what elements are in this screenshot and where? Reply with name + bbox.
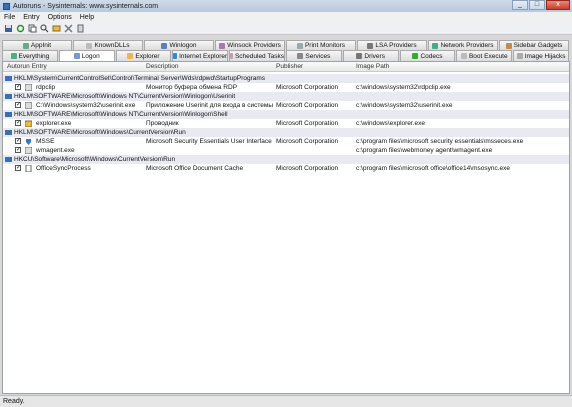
column-headers: Autorun Entry Description Publisher Imag… [3,62,569,72]
document-icon [25,165,32,172]
tab-services[interactable]: Services [285,50,342,61]
delete-icon[interactable] [63,23,73,33]
maximize-button[interactable]: □ [529,0,545,10]
tab-network-providers[interactable]: Network Providers [428,40,498,50]
entry-checkbox[interactable]: ✓ [15,147,21,153]
status-text: Ready. [3,398,25,405]
table-row[interactable]: ✓ rdpclip Монитор буфера обмена RDP Micr… [3,83,569,92]
menu-entry[interactable]: Entry [19,14,43,21]
tabs-row-2: Everything Logon Explorer Internet Explo… [2,50,570,61]
close-button[interactable]: x [546,0,570,10]
app-file-icon [25,84,32,91]
registry-key-row[interactable]: HKLM\SOFTWARE\Microsoft\Windows\CurrentV… [3,128,569,137]
registry-key-row[interactable]: HKLM\System\CurrentControlSet\Control\Te… [3,74,569,83]
toolbar [0,22,572,35]
properties-icon[interactable] [75,23,85,33]
shield-icon [26,139,31,145]
app-file-icon [25,102,32,109]
entry-checkbox[interactable]: ✓ [15,165,21,171]
tab-winlogon[interactable]: Winlogon [144,40,214,50]
registry-icon [5,157,12,162]
entry-checkbox[interactable]: ✓ [15,84,21,90]
tab-boot-execute[interactable]: Boot Execute [456,50,513,61]
tab-logon[interactable]: Logon [58,50,115,61]
save-icon[interactable] [3,23,13,33]
find-icon[interactable] [39,23,49,33]
menu-options[interactable]: Options [44,14,76,21]
tab-explorer[interactable]: Explorer [115,50,172,61]
tab-everything[interactable]: Everything [2,50,58,61]
column-publisher[interactable]: Publisher [276,63,303,70]
table-row[interactable]: ✓ MSSE Microsoft Security Essentials Use… [3,137,569,146]
entry-checkbox[interactable]: ✓ [15,120,21,126]
column-description[interactable]: Description [146,63,179,70]
column-autorun-entry[interactable]: Autorun Entry [7,63,47,70]
folder-icon [25,120,32,127]
tab-internet-explorer[interactable]: Internet Explorer [172,50,229,61]
app-icon [3,2,10,10]
refresh-icon[interactable] [15,23,25,33]
registry-icon [5,94,12,99]
app-file-icon [25,147,32,154]
status-bar: Ready. [0,395,572,407]
registry-key-row[interactable]: HKLM\SOFTWARE\Microsoft\Windows NT\Curre… [3,92,569,101]
tab-appinit[interactable]: AppInit [2,40,72,50]
copy-icon[interactable] [27,23,37,33]
registry-icon [5,76,12,81]
table-row[interactable]: ✓ explorer.exe Проводник Microsoft Corpo… [3,119,569,128]
tab-print-monitors[interactable]: Print Monitors [286,40,356,50]
table-row[interactable]: ✓ C:\Windows\system32\userinit.exe Прило… [3,101,569,110]
window-controls: _ □ x [512,0,570,10]
table-row[interactable]: ✓ OfficeSyncProcess Microsoft Office Doc… [3,164,569,173]
minimize-button[interactable]: _ [512,0,528,10]
menu-help[interactable]: Help [76,14,98,21]
registry-key-row[interactable]: HKCU\Software\Microsoft\Windows\CurrentV… [3,155,569,164]
menu-file[interactable]: File [0,14,19,21]
menu-bar: File Entry Options Help [0,12,572,22]
registry-key-row[interactable]: HKLM\SOFTWARE\Microsoft\Windows NT\Curre… [3,110,569,119]
window-title: Autoruns - Sysinternals: www.sysinternal… [13,2,159,10]
tab-scheduled-tasks[interactable]: Scheduled Tasks [229,50,285,61]
entry-checkbox[interactable]: ✓ [15,138,21,144]
tab-sidebar-gadgets[interactable]: Sidebar Gadgets [499,40,569,50]
column-image-path[interactable]: Image Path [356,63,389,70]
autorun-list[interactable]: Autorun Entry Description Publisher Imag… [2,61,570,394]
registry-icon [5,130,12,135]
tabs-row-1: AppInit KnownDLLs Winlogon Winsock Provi… [2,40,570,50]
tab-lsa-providers[interactable]: LSA Providers [357,40,427,50]
tab-drivers[interactable]: Drivers [342,50,399,61]
table-row[interactable]: ✓ wmagent.exe c:\program files\webmoney … [3,146,569,155]
title-bar: Autoruns - Sysinternals: www.sysinternal… [0,0,572,12]
jump-icon[interactable] [51,23,61,33]
tab-image-hijacks[interactable]: Image Hijacks [513,50,569,61]
tab-winsock-providers[interactable]: Winsock Providers [215,40,285,50]
entry-checkbox[interactable]: ✓ [15,102,21,108]
registry-icon [5,112,12,117]
tab-codecs[interactable]: Codecs [399,50,456,61]
tab-knowndlls[interactable]: KnownDLLs [73,40,143,50]
